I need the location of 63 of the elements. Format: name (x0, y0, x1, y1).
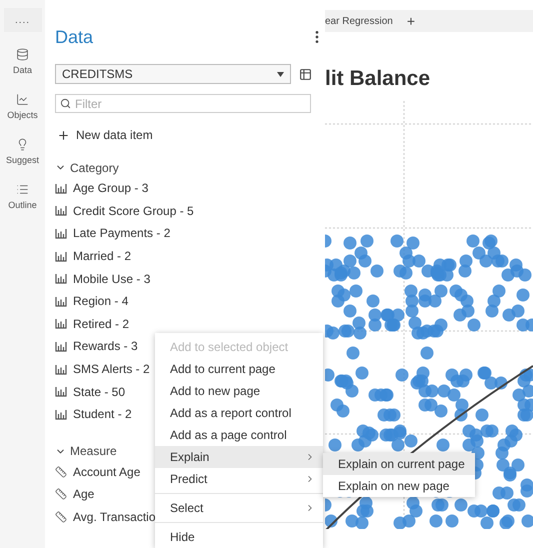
category-field[interactable]: Student - 2 (73, 407, 132, 422)
measure-field[interactable]: Account Age (73, 464, 140, 479)
category-field[interactable]: SMS Alerts - 2 (73, 362, 150, 376)
sidebar-item[interactable]: Data (12, 46, 32, 77)
ruler-icon (55, 488, 67, 500)
menu-item[interactable]: Add as a report control (155, 402, 323, 424)
category-field[interactable]: Retired - 2 (73, 316, 130, 331)
chart-title: lit Balance (325, 67, 432, 91)
sidebar-item[interactable]: Outline (8, 181, 37, 212)
ruler-icon (55, 466, 67, 478)
bar-chart-icon (55, 318, 67, 330)
new-data-item-button[interactable]: New data item (55, 126, 155, 144)
measure-field[interactable]: Age (73, 487, 94, 502)
sidebar-label: Suggest (6, 155, 40, 165)
bar-chart-icon (55, 386, 67, 398)
bar-chart-icon (55, 182, 67, 194)
bar-chart-icon (55, 296, 67, 307)
search-icon (60, 98, 71, 109)
category-field[interactable]: Age Group - 3 (73, 181, 148, 196)
page-tab[interactable]: ear Regression (325, 16, 393, 26)
menu-item[interactable]: Explain (155, 446, 323, 468)
line-chart-icon (16, 93, 29, 106)
category-field[interactable]: Married - 2 (73, 249, 132, 264)
bar-chart-icon (55, 408, 67, 420)
menu-item[interactable]: Predict (155, 468, 323, 490)
section-header[interactable]: Category (55, 158, 119, 177)
panel-title: Data (55, 26, 94, 48)
sidebar-label: Data (12, 65, 32, 75)
category-field[interactable]: Credit Score Group - 5 (73, 204, 194, 218)
menu-item[interactable]: Select (155, 497, 323, 519)
sidebar-label: Objects (7, 110, 38, 120)
category-field[interactable]: Rewards - 3 (73, 339, 138, 354)
sidebar-item[interactable]: Suggest (6, 136, 40, 167)
ruler-icon (55, 511, 67, 524)
sidebar-label: Outline (8, 200, 37, 210)
bar-chart-icon (55, 364, 67, 375)
section-header[interactable]: Measure (55, 442, 117, 461)
database-icon (16, 48, 29, 61)
category-field[interactable]: State - 50 (73, 384, 126, 399)
menu-item[interactable]: Explain on new page (323, 475, 475, 497)
bar-chart-icon (55, 273, 67, 284)
sidebar-item[interactable]: Objects (7, 91, 38, 122)
menu-item[interactable]: Add as a page control (155, 424, 323, 446)
menu-item[interactable]: Add to current page (155, 358, 323, 380)
plus-icon (57, 128, 70, 142)
category-field[interactable]: Mobile Use - 3 (73, 272, 150, 286)
measure-field[interactable]: Avg. Transactio (73, 510, 156, 524)
filter-field[interactable]: Filter (55, 94, 311, 113)
menu-item[interactable]: Explain on current page (323, 453, 475, 475)
category-field[interactable]: Late Payments - 2 (73, 226, 170, 240)
more-button[interactable]: .... (4, 8, 42, 32)
category-field[interactable]: Region - 4 (73, 294, 128, 308)
lightbulb-icon (16, 138, 29, 151)
bar-chart-icon (55, 228, 67, 239)
table-icon[interactable] (299, 68, 312, 80)
menu-item[interactable]: Hide (155, 526, 323, 548)
add-page-tab[interactable]: + (406, 13, 415, 29)
bar-chart-icon (55, 250, 67, 262)
caret-icon (277, 72, 284, 76)
menu-item[interactable]: Add to new page (155, 380, 323, 402)
bar-chart-icon (55, 340, 67, 352)
bar-chart-icon (55, 205, 67, 216)
data-source-dropdown[interactable]: CREDITSMS (55, 64, 291, 84)
